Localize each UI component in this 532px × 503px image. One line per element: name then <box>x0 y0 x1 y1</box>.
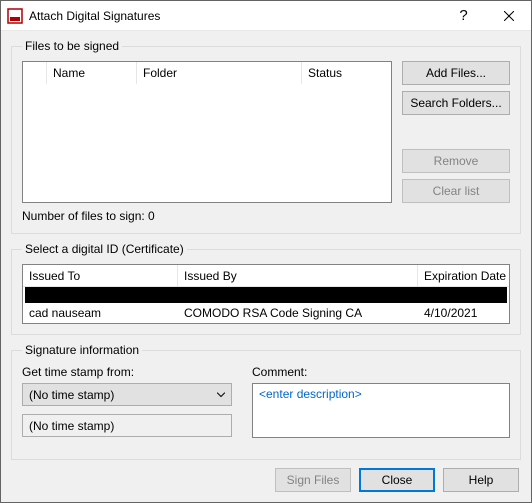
certificate-group: Select a digital ID (Certificate) Issued… <box>11 242 521 335</box>
close-window-button[interactable] <box>486 1 531 31</box>
cell-expiration: 4/10/2021 <box>418 306 509 320</box>
timestamp-label: Get time stamp from: <box>22 365 232 379</box>
add-files-button[interactable]: Add Files... <box>402 61 510 85</box>
col-expiration[interactable]: Expiration Date <box>418 265 509 286</box>
comment-input[interactable]: <enter description> <box>252 383 510 438</box>
comment-placeholder: <enter description> <box>259 387 362 401</box>
dialog-window: Attach Digital Signatures ? Files to be … <box>0 0 532 503</box>
timestamp-combo[interactable]: (No time stamp) <box>22 383 232 406</box>
col-folder[interactable]: Folder <box>137 62 302 84</box>
certificate-selected-row[interactable] <box>25 287 507 303</box>
files-group: Files to be signed Name Folder Status Ad… <box>11 39 521 234</box>
certificate-row[interactable]: cad nauseam COMODO RSA Code Signing CA 4… <box>23 303 509 323</box>
signature-info-group: Signature information Get time stamp fro… <box>11 343 521 460</box>
app-icon <box>7 8 23 24</box>
timestamp-display: (No time stamp) <box>22 414 232 437</box>
titlebar: Attach Digital Signatures ? <box>1 1 531 31</box>
bottom-button-row: Sign Files Close Help <box>11 468 521 492</box>
help-bottom-button[interactable]: Help <box>443 468 519 492</box>
cell-issued-by: COMODO RSA Code Signing CA <box>178 306 418 320</box>
window-title: Attach Digital Signatures <box>29 9 441 23</box>
certificate-header: Issued To Issued By Expiration Date <box>23 265 509 287</box>
signature-info-legend: Signature information <box>22 343 142 357</box>
certificate-table[interactable]: Issued To Issued By Expiration Date cad … <box>22 264 510 324</box>
files-legend: Files to be signed <box>22 39 122 53</box>
certificate-legend: Select a digital ID (Certificate) <box>22 242 187 256</box>
files-side-buttons: Add Files... Search Folders... Remove Cl… <box>402 61 510 203</box>
remove-button: Remove <box>402 149 510 173</box>
files-count-label: Number of files to sign: 0 <box>22 209 510 223</box>
dialog-content: Files to be signed Name Folder Status Ad… <box>1 31 531 502</box>
col-issued-by[interactable]: Issued By <box>178 265 418 286</box>
help-button[interactable]: ? <box>441 1 486 31</box>
close-icon <box>504 11 514 21</box>
col-name[interactable]: Name <box>47 62 137 84</box>
search-folders-button[interactable]: Search Folders... <box>402 91 510 115</box>
comment-label: Comment: <box>252 365 510 379</box>
files-list[interactable]: Name Folder Status <box>22 61 392 203</box>
col-status[interactable]: Status <box>302 62 391 84</box>
cell-issued-to: cad nauseam <box>23 306 178 320</box>
chevron-down-icon <box>217 389 225 400</box>
files-header: Name Folder Status <box>23 62 391 84</box>
col-issued-to[interactable]: Issued To <box>23 265 178 286</box>
timestamp-value: (No time stamp) <box>29 388 114 402</box>
clear-list-button: Clear list <box>402 179 510 203</box>
close-button[interactable]: Close <box>359 468 435 492</box>
col-checkbox[interactable] <box>23 62 47 84</box>
sign-files-button: Sign Files <box>275 468 351 492</box>
